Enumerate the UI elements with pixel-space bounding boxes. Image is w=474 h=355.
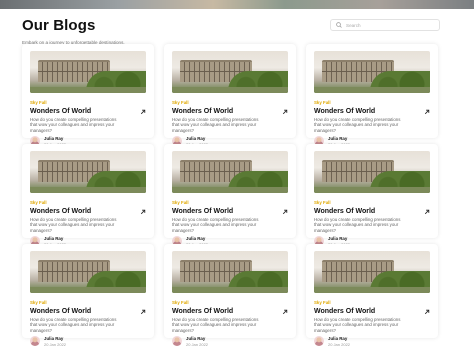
arrow-up-right-icon[interactable] [140, 109, 146, 115]
card-title[interactable]: Wonders Of World [314, 308, 375, 315]
author-name: Julia Ray [328, 235, 348, 241]
card-tag: Sky Fall [314, 200, 331, 205]
page-title: Our Blogs [22, 17, 96, 34]
card-author: Julia Ray 20 Jan 2022 [314, 336, 430, 347]
colosseum-image[interactable] [172, 251, 288, 293]
avatar [30, 336, 40, 347]
card-author: Julia Ray 20 Jan 2022 [30, 336, 146, 347]
card-excerpt: How do you create compelling presentatio… [314, 317, 401, 333]
card-excerpt: How do you create compelling presentatio… [30, 117, 117, 133]
card-tag: Sky Fall [30, 300, 47, 305]
card-tag: Sky Fall [172, 300, 189, 305]
blog-card[interactable]: Sky Fall Wonders Of World How do you cre… [306, 144, 438, 247]
hero-banner-image [0, 0, 474, 9]
author-name: Julia Ray [186, 335, 206, 341]
colosseum-image[interactable] [314, 251, 430, 293]
card-excerpt: How do you create compelling presentatio… [172, 317, 259, 333]
card-tag: Sky Fall [30, 200, 47, 205]
blog-card[interactable]: Sky Fall Wonders Of World How do you cre… [22, 144, 154, 247]
card-excerpt: How do you create compelling presentatio… [172, 217, 259, 233]
arrow-up-right-icon[interactable] [424, 309, 430, 315]
post-date: 20 Jan 2022 [44, 341, 67, 347]
page-header: Our Blogs Embark on a journey to unforge… [22, 17, 125, 45]
colosseum-image[interactable] [172, 51, 288, 93]
author-name: Julia Ray [328, 135, 348, 141]
colosseum-image[interactable] [30, 251, 146, 293]
colosseum-image[interactable] [30, 51, 146, 93]
blog-card[interactable]: Sky Fall Wonders Of World How do you cre… [164, 44, 296, 147]
avatar [314, 336, 324, 347]
colosseum-image[interactable] [30, 151, 146, 193]
author-name: Julia Ray [44, 135, 64, 141]
search-icon [336, 22, 342, 28]
card-author: Julia Ray 20 Jan 2022 [172, 336, 288, 347]
avatar [172, 336, 182, 347]
arrow-up-right-icon[interactable] [140, 309, 146, 315]
card-excerpt: How do you create compelling presentatio… [30, 317, 117, 333]
arrow-up-right-icon[interactable] [140, 209, 146, 215]
colosseum-image[interactable] [314, 151, 430, 193]
card-tag: Sky Fall [172, 200, 189, 205]
card-excerpt: How do you create compelling presentatio… [172, 117, 259, 133]
arrow-up-right-icon[interactable] [424, 209, 430, 215]
card-title[interactable]: Wonders Of World [30, 108, 91, 115]
card-tag: Sky Fall [314, 300, 331, 305]
author-name: Julia Ray [44, 235, 64, 241]
card-title[interactable]: Wonders Of World [172, 308, 233, 315]
blog-card[interactable]: Sky Fall Wonders Of World How do you cre… [22, 244, 154, 347]
card-title[interactable]: Wonders Of World [314, 208, 375, 215]
card-title[interactable]: Wonders Of World [30, 308, 91, 315]
colosseum-image[interactable] [314, 51, 430, 93]
card-title[interactable]: Wonders Of World [314, 108, 375, 115]
author-name: Julia Ray [186, 135, 206, 141]
post-date: 20 Jan 2022 [328, 341, 351, 347]
card-excerpt: How do you create compelling presentatio… [314, 117, 401, 133]
search-placeholder: Search [346, 22, 361, 28]
author-name: Julia Ray [186, 235, 206, 241]
card-title[interactable]: Wonders Of World [30, 208, 91, 215]
colosseum-image[interactable] [172, 151, 288, 193]
card-tag: Sky Fall [314, 100, 331, 105]
blog-card[interactable]: Sky Fall Wonders Of World How do you cre… [164, 144, 296, 247]
arrow-up-right-icon[interactable] [282, 309, 288, 315]
card-title[interactable]: Wonders Of World [172, 208, 233, 215]
blog-card[interactable]: Sky Fall Wonders Of World How do you cre… [306, 44, 438, 147]
post-date: 20 Jan 2022 [186, 341, 209, 347]
card-excerpt: How do you create compelling presentatio… [30, 217, 117, 233]
card-title[interactable]: Wonders Of World [172, 108, 233, 115]
card-tag: Sky Fall [172, 100, 189, 105]
blog-card[interactable]: Sky Fall Wonders Of World How do you cre… [306, 244, 438, 347]
card-excerpt: How do you create compelling presentatio… [314, 217, 401, 233]
search-input[interactable]: Search [330, 19, 440, 31]
card-tag: Sky Fall [30, 100, 47, 105]
blog-grid: Sky Fall Wonders Of World How do you cre… [22, 44, 438, 347]
arrow-up-right-icon[interactable] [424, 109, 430, 115]
arrow-up-right-icon[interactable] [282, 109, 288, 115]
author-name: Julia Ray [44, 335, 64, 341]
arrow-up-right-icon[interactable] [282, 209, 288, 215]
blog-card[interactable]: Sky Fall Wonders Of World How do you cre… [22, 44, 154, 147]
blog-card[interactable]: Sky Fall Wonders Of World How do you cre… [164, 244, 296, 347]
author-name: Julia Ray [328, 335, 348, 341]
